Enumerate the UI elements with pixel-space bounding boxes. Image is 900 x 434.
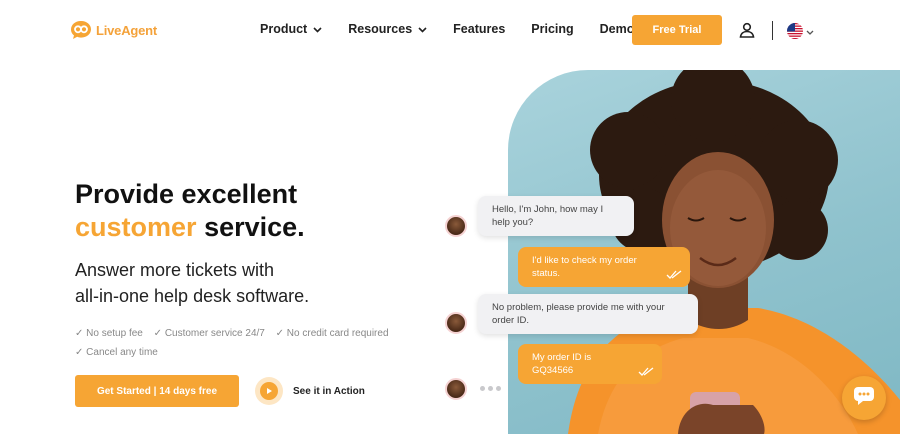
main-nav: Product Resources Features Pricing Demo (260, 22, 660, 36)
chat-message-text: Hello, I'm John, how may I help you? (492, 204, 604, 228)
chat-message-text: My order ID is GQ34566 (532, 352, 592, 376)
chat-message-agent: No problem, please provide me with your … (478, 294, 698, 334)
logo[interactable]: LiveAgent (70, 20, 157, 40)
nav-item-label: Demo (599, 22, 635, 36)
agent-avatar (445, 312, 467, 334)
chat-message-text: I'd like to check my order status. (532, 255, 637, 279)
nav-item-label: Product (260, 22, 308, 36)
feature-item: ✓ No credit card required (275, 328, 389, 339)
chat-widget-button[interactable] (842, 376, 886, 420)
user-icon[interactable] (738, 21, 756, 44)
liveagent-logo-icon (70, 20, 92, 40)
hero-title-rest: service. (204, 212, 305, 242)
feature-item: ✓ No setup fee (75, 328, 143, 339)
chevron-down-icon (313, 22, 322, 36)
language-selector[interactable] (787, 22, 814, 40)
nav-item-demo[interactable]: Demo (600, 22, 635, 36)
see-in-action-button[interactable]: See it in Action (255, 377, 365, 405)
double-check-icon (638, 367, 654, 380)
hero-subtitle: Answer more tickets with all-in-one help… (75, 257, 309, 309)
nav-item-pricing[interactable]: Pricing (531, 22, 573, 36)
nav-item-resources[interactable]: Resources (348, 22, 427, 36)
agent-avatar (445, 215, 467, 237)
nav-item-label: Features (453, 22, 506, 36)
see-in-action-label: See it in Action (293, 385, 365, 397)
hero-title: Provide excellent customer service. (75, 178, 305, 244)
hero-title-accent: customer (75, 212, 197, 242)
agent-avatar (445, 378, 467, 400)
nav-item-label: Pricing (531, 22, 574, 36)
chat-message-text: No problem, please provide me with your … (492, 302, 665, 326)
get-started-button[interactable]: Get Started | 14 days free (75, 375, 239, 407)
feature-list: ✓ No setup fee ✓ Customer service 24/7 ✓… (75, 324, 415, 362)
nav-item-product[interactable]: Product (260, 22, 322, 36)
chevron-down-icon (806, 22, 814, 40)
chat-bubble-icon (853, 386, 875, 411)
feature-item: ✓ Customer service 24/7 (153, 328, 265, 339)
free-trial-button[interactable]: Free Trial (632, 15, 722, 45)
header-divider (772, 21, 773, 40)
site-header: LiveAgent Product Resources Features Pri… (0, 0, 900, 62)
double-check-icon (666, 270, 682, 283)
us-flag-icon (787, 23, 803, 39)
feature-item: ✓ Cancel any time (75, 347, 158, 358)
chat-message-customer: I'd like to check my order status. (518, 247, 690, 287)
chat-message-customer: My order ID is GQ34566 (518, 344, 662, 384)
typing-indicator (480, 386, 501, 391)
hero-title-line1: Provide excellent (75, 179, 298, 209)
chevron-down-icon (418, 22, 427, 36)
hero-subtitle-line2: all-in-one help desk software. (75, 286, 310, 306)
nav-item-features[interactable]: Features (453, 22, 505, 36)
play-icon (255, 377, 283, 405)
logo-text: LiveAgent (96, 22, 158, 38)
hero-subtitle-line1: Answer more tickets with (75, 260, 275, 280)
chat-message-agent: Hello, I'm John, how may I help you? (478, 196, 634, 236)
nav-item-label: Resources (348, 22, 413, 36)
